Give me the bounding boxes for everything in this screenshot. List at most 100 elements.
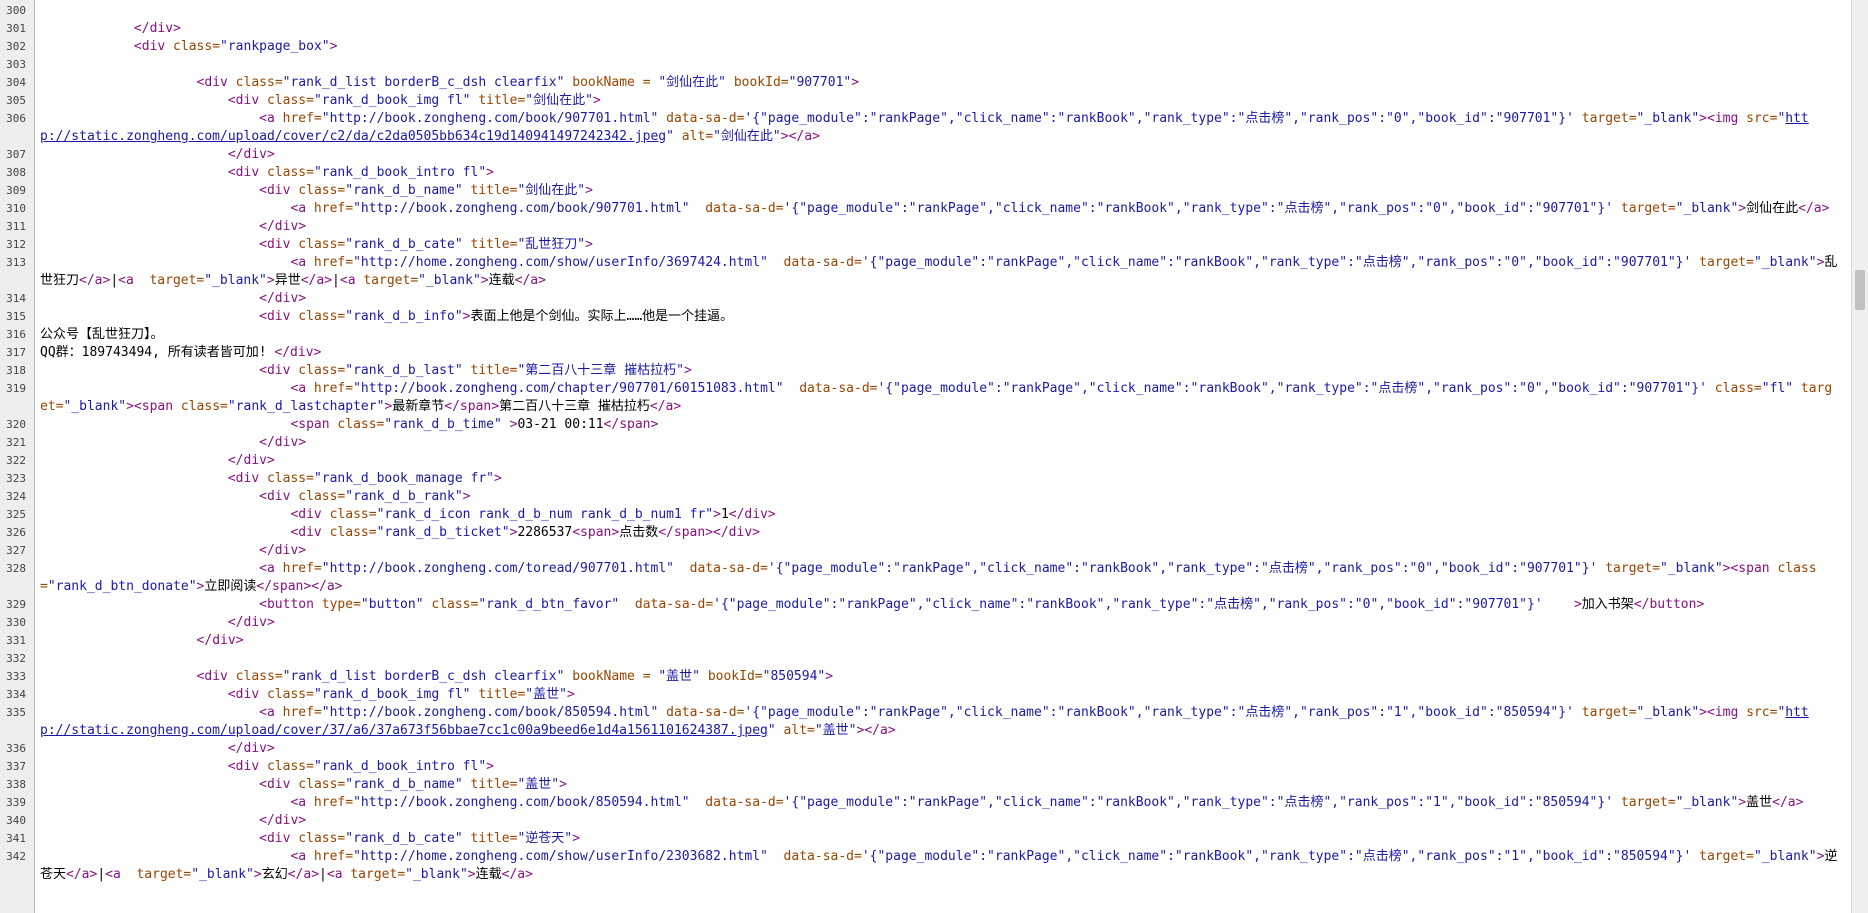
source-line: 307 </div> — [0, 146, 1840, 164]
line-number: 340 — [6, 814, 26, 827]
source-line: 309 <div class="rank_d_b_name" title="剑仙… — [0, 182, 1840, 200]
line-number: 309 — [6, 184, 26, 197]
line-content: </div> — [259, 291, 307, 306]
line-number: 307 — [6, 148, 26, 161]
source-line: 323 <div class="rank_d_book_manage fr"> — [0, 470, 1840, 488]
line-content: <div class="rank_d_icon rank_d_b_num ran… — [290, 507, 776, 522]
source-line: 313 <a href="http://home.zongheng.com/sh… — [0, 254, 1840, 290]
line-content: <div class="rankpage_box"> — [133, 39, 338, 54]
line-content: <div class="rank_d_book_img fl" title="盖… — [227, 687, 575, 702]
line-number: 327 — [6, 544, 26, 557]
source-line: 335 <a href="http://book.zongheng.com/bo… — [0, 704, 1840, 740]
source-line: 317 QQ群：189743494, 所有读者皆可加! </div> — [0, 344, 1840, 362]
line-number: 341 — [6, 832, 26, 845]
source-viewer: 300 301 </div> 302 <div class="rankpage_bo… — [0, 0, 1868, 913]
source-line: 330 </div> — [0, 614, 1840, 632]
line-number: 303 — [6, 58, 26, 71]
line-number: 339 — [6, 796, 26, 809]
source-line: 320 <span class="rank_d_b_time" >03-21 0… — [0, 416, 1840, 434]
line-content: <a href="http://book.zongheng.com/book/9… — [40, 111, 1809, 144]
source-line: 340 </div> — [0, 812, 1840, 830]
line-content: </div> — [259, 543, 307, 558]
source-line: 339 <a href="http://book.zongheng.com/bo… — [0, 794, 1840, 812]
line-number: 317 — [6, 346, 26, 359]
line-content: <button type="button" class="rank_d_btn_… — [259, 597, 1705, 612]
line-number: 330 — [6, 616, 26, 629]
line-content: <a href="http://book.zongheng.com/book/8… — [290, 795, 1804, 810]
source-line: 326 <div class="rank_d_b_ticket">2286537… — [0, 524, 1840, 542]
line-number: 315 — [6, 310, 26, 323]
source-line: 325 <div class="rank_d_icon rank_d_b_num… — [0, 506, 1840, 524]
line-number: 311 — [6, 220, 26, 233]
line-content: </div> — [227, 741, 275, 756]
line-number: 331 — [6, 634, 26, 647]
source-line: 342 <a href="http://home.zongheng.com/sh… — [0, 848, 1840, 884]
line-number: 323 — [6, 472, 26, 485]
line-content: 公众号【乱世狂刀】。 — [40, 327, 164, 342]
line-number: 318 — [6, 364, 26, 377]
line-number: 334 — [6, 688, 26, 701]
line-number: 313 — [6, 256, 26, 269]
line-number: 301 — [6, 22, 26, 35]
line-number: 333 — [6, 670, 26, 683]
line-content: <span class="rank_d_b_time" >03-21 00:11… — [290, 417, 659, 432]
source-line: 311 </div> — [0, 218, 1840, 236]
line-content: </div> — [196, 633, 244, 648]
line-number: 328 — [6, 562, 26, 575]
line-content: <a href="http://home.zongheng.com/show/u… — [40, 849, 1838, 882]
source-line: 319 <a href="http://book.zongheng.com/ch… — [0, 380, 1840, 416]
line-number: 324 — [6, 490, 26, 503]
source-line: 324 <div class="rank_d_b_rank"> — [0, 488, 1840, 506]
line-content: <a href="http://home.zongheng.com/show/u… — [40, 255, 1838, 288]
line-number: 314 — [6, 292, 26, 305]
line-number: 306 — [6, 112, 26, 125]
line-number: 336 — [6, 742, 26, 755]
line-number: 326 — [6, 526, 26, 539]
source-line: 308 <div class="rank_d_book_intro fl"> — [0, 164, 1840, 182]
line-number: 304 — [6, 76, 26, 89]
line-number: 305 — [6, 94, 26, 107]
source-line: 306 <a href="http://book.zongheng.com/bo… — [0, 110, 1840, 146]
line-content: </div> — [227, 615, 275, 630]
line-number: 338 — [6, 778, 26, 791]
source-line: 333 <div class="rank_d_list borderB_c_ds… — [0, 668, 1840, 686]
line-number: 312 — [6, 238, 26, 251]
line-number: 319 — [6, 382, 26, 395]
line-content — [32, 650, 1840, 668]
line-content: <div class="rank_d_b_name" title="盖世"> — [259, 777, 567, 792]
line-number: 325 — [6, 508, 26, 521]
line-number: 308 — [6, 166, 26, 179]
scrollbar-thumb[interactable] — [1855, 270, 1865, 310]
source-line: 332 — [0, 650, 1840, 668]
line-content: <a href="http://book.zongheng.com/chapte… — [40, 381, 1833, 414]
line-content: <a href="http://book.zongheng.com/toread… — [40, 561, 1817, 594]
source-line: 337 <div class="rank_d_book_intro fl"> — [0, 758, 1840, 776]
source-line: 336 </div> — [0, 740, 1840, 758]
source-line: 300 — [0, 2, 1840, 20]
vertical-scrollbar[interactable] — [1851, 0, 1868, 913]
source-line: 314 </div> — [0, 290, 1840, 308]
line-content: <div class="rank_d_b_last" title="第二百八十三… — [259, 363, 692, 378]
line-number: 322 — [6, 454, 26, 467]
source-line: 318 <div class="rank_d_b_last" title="第二… — [0, 362, 1840, 380]
line-content: </div> — [259, 435, 307, 450]
source-line: 302 <div class="rankpage_box"> — [0, 38, 1840, 56]
line-content — [32, 2, 1840, 20]
source-line: 328 <a href="http://book.zongheng.com/to… — [0, 560, 1840, 596]
line-content: <div class="rank_d_b_name" title="剑仙在此"> — [259, 183, 593, 198]
source-line: 312 <div class="rank_d_b_cate" title="乱世… — [0, 236, 1840, 254]
line-number: 310 — [6, 202, 26, 215]
line-content: <div class="rank_d_b_rank"> — [259, 489, 471, 504]
line-content: <div class="rank_d_b_cate" title="逆苍天"> — [259, 831, 580, 846]
line-content: </div> — [227, 453, 275, 468]
line-content: <div class="rank_d_book_manage fr"> — [227, 471, 502, 486]
line-content: </div> — [259, 219, 307, 234]
line-number: 321 — [6, 436, 26, 449]
line-content: <div class="rank_d_list borderB_c_dsh cl… — [196, 669, 834, 684]
source-line: 303 — [0, 56, 1840, 74]
line-content: <div class="rank_d_b_ticket">2286537<spa… — [290, 525, 760, 540]
line-content — [32, 56, 1840, 74]
source-line: 321 </div> — [0, 434, 1840, 452]
source-code[interactable]: 300 301 </div> 302 <div class="rankpage_bo… — [0, 2, 1840, 884]
line-content: <a href="http://book.zongheng.com/book/8… — [40, 705, 1809, 738]
